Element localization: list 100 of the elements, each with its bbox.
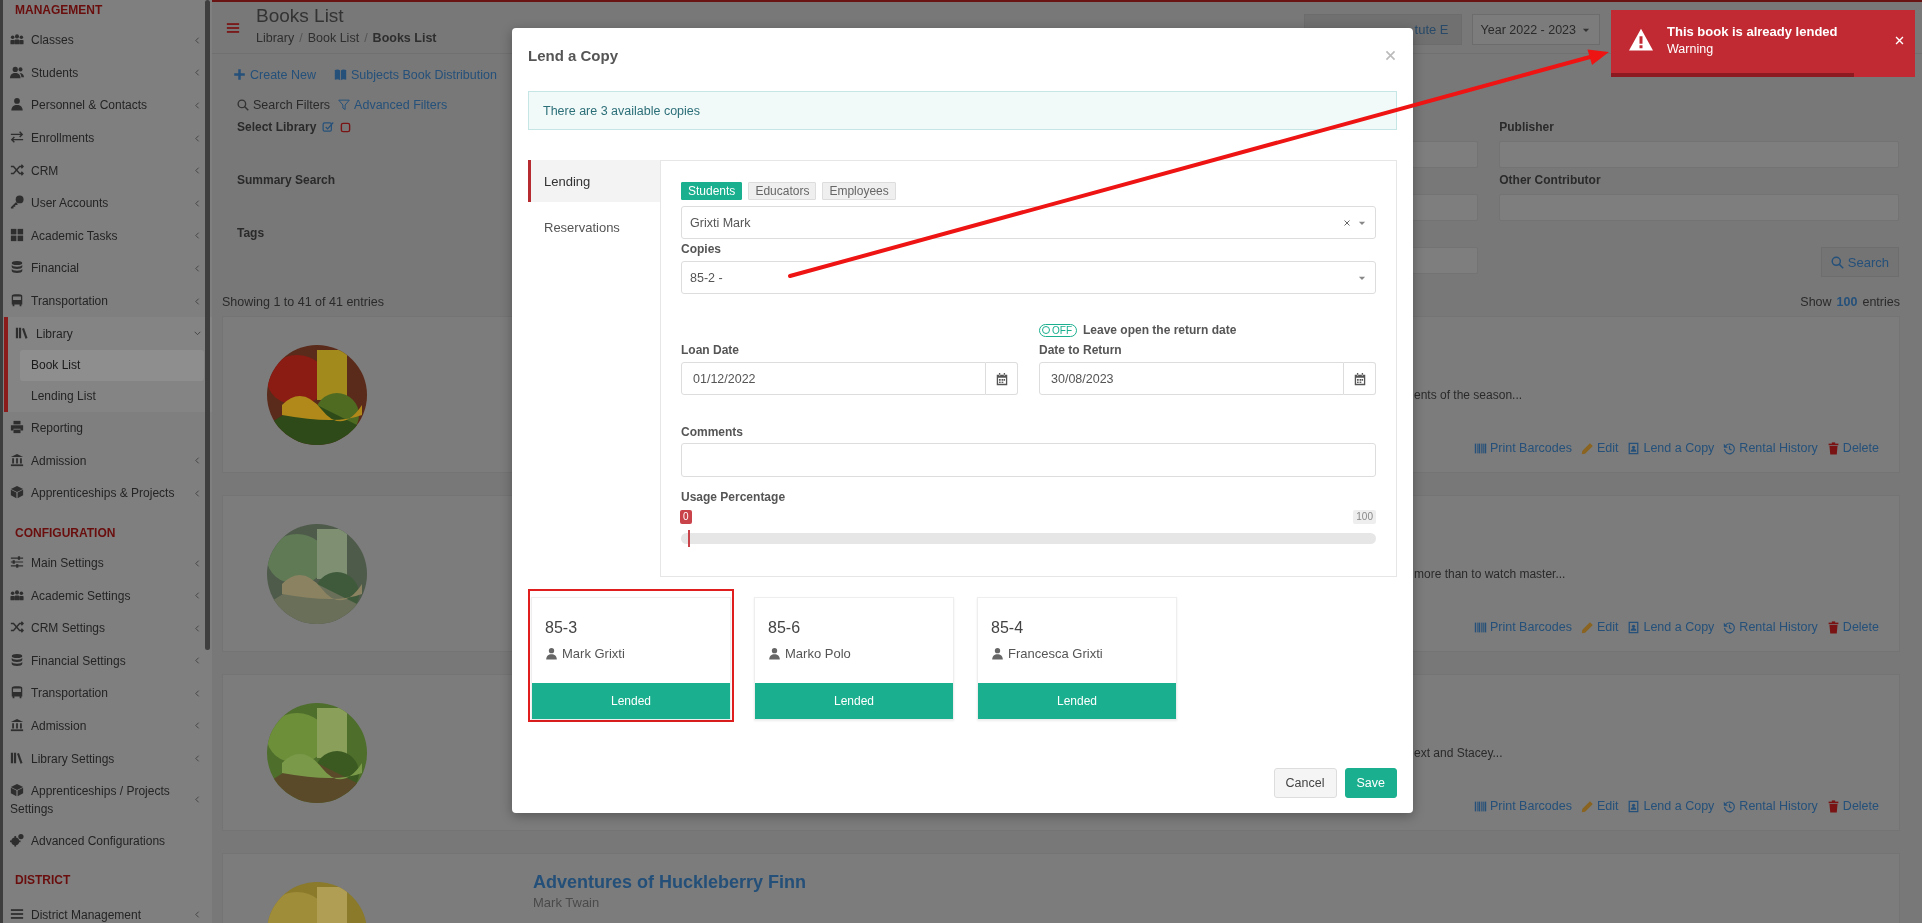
- type-tab[interactable]: Students: [681, 182, 743, 200]
- sidebar-item[interactable]: Library: [8, 317, 204, 350]
- sidebar-item[interactable]: District Management: [3, 898, 204, 923]
- sidebar-item[interactable]: User Accounts: [3, 186, 204, 220]
- copy-card[interactable]: 85-3 Mark Grixti Lended: [531, 597, 731, 720]
- sidebar-item[interactable]: Admission: [3, 709, 204, 743]
- id-card-icon: [1627, 799, 1641, 813]
- action-link[interactable]: Print Barcodes: [1473, 441, 1572, 455]
- action-link[interactable]: Edit: [1580, 799, 1619, 813]
- checkbox-icon[interactable]: [322, 121, 335, 133]
- books-icon: [15, 325, 29, 340]
- select-field[interactable]: 85-2 -: [681, 261, 1376, 294]
- entries-label: entries: [1862, 295, 1900, 309]
- submenu-item[interactable]: Lending List: [20, 380, 204, 412]
- sidebar-item[interactable]: Financial Settings: [3, 644, 204, 678]
- sidebar-item[interactable]: CRM Settings: [3, 611, 204, 645]
- action-link[interactable]: Rental History: [1723, 799, 1818, 813]
- barcode-icon: [1473, 620, 1487, 634]
- grid-icon: [10, 227, 24, 242]
- sidebar-item[interactable]: Academic Tasks: [3, 219, 204, 253]
- calendar-button[interactable]: [1344, 362, 1376, 395]
- date-field[interactable]: 01/12/2022: [681, 362, 986, 395]
- sidebar-item[interactable]: Reporting: [3, 411, 204, 445]
- sidebar-item[interactable]: Classes: [3, 24, 204, 57]
- slider-track[interactable]: [681, 533, 1376, 544]
- clear-icon[interactable]: [1343, 218, 1351, 227]
- action-link[interactable]: Lend a Copy: [1627, 620, 1715, 634]
- action-link[interactable]: Lend a Copy: [1627, 441, 1715, 455]
- field-label: Copies: [681, 241, 722, 257]
- action-link[interactable]: Rental History: [1723, 620, 1818, 634]
- dialog-title: Lend a Copy: [528, 47, 618, 64]
- sidebar-item[interactable]: Main Settings: [3, 546, 204, 580]
- type-tab[interactable]: Employees: [822, 182, 896, 200]
- sidebar-item[interactable]: Enrollments: [3, 121, 204, 155]
- menu-icon[interactable]: [226, 20, 240, 35]
- breadcrumb-separator: /: [364, 31, 368, 45]
- info-alert: There are 3 available copies: [528, 91, 1397, 130]
- menu-icon: [10, 906, 24, 921]
- comments-field[interactable]: [681, 443, 1376, 477]
- barcode-icon: [1473, 799, 1487, 813]
- pencil-icon: [1580, 799, 1594, 813]
- history-icon: [1723, 620, 1737, 634]
- sidebar-item[interactable]: Library Settings: [3, 742, 204, 775]
- sidebar-item[interactable]: Transportation: [3, 284, 204, 318]
- action-link[interactable]: Edit: [1580, 620, 1619, 634]
- action-link[interactable]: Delete: [1826, 620, 1879, 634]
- action-link[interactable]: Print Barcodes: [1473, 799, 1572, 813]
- id-card-icon: [1627, 441, 1641, 455]
- select-field[interactable]: Grixti Mark: [681, 206, 1376, 239]
- sidebar-item[interactable]: CRM: [3, 154, 204, 187]
- field-label: Publisher: [1499, 119, 1554, 135]
- action-link[interactable]: Lend a Copy: [1627, 799, 1715, 813]
- action-link[interactable]: Rental History: [1723, 441, 1818, 455]
- action-link[interactable]: Delete: [1826, 441, 1879, 455]
- user-icon: [991, 647, 1004, 660]
- filter-tab[interactable]: Search Filters: [237, 98, 331, 112]
- sidebar-item[interactable]: Apprenticeships / Projects Settings: [3, 774, 204, 825]
- save-button[interactable]: Save: [1344, 768, 1397, 798]
- year-dropdown[interactable]: Year 2022 - 2023: [1471, 14, 1600, 45]
- slider-max: 100: [1353, 510, 1376, 524]
- sidebar-item[interactable]: Advanced Configurations: [3, 824, 204, 858]
- sidebar-item[interactable]: Transportation: [3, 677, 204, 710]
- toast-title: This book is already lended: [1667, 24, 1838, 39]
- sidebar-item[interactable]: Students: [3, 56, 204, 90]
- side-tab[interactable]: Lending: [528, 160, 660, 202]
- barcode-icon: [1473, 441, 1487, 455]
- book-description: more than to watch master...: [1414, 566, 1566, 583]
- borrower-name: Francesca Grixti: [1008, 646, 1103, 661]
- sidebar-item[interactable]: Academic Settings: [3, 579, 204, 612]
- submenu-item[interactable]: Book List: [20, 349, 204, 381]
- copy-code: 85-6: [767, 618, 801, 638]
- sidebar-item[interactable]: Apprenticeships & Projects: [3, 477, 204, 510]
- user-icon: [10, 97, 24, 112]
- copy-card[interactable]: 85-4 Francesca Grixti Lended: [977, 597, 1177, 720]
- sidebar-item[interactable]: Admission: [3, 444, 204, 478]
- action-link[interactable]: Delete: [1826, 799, 1879, 813]
- sidebar-item[interactable]: Financial: [3, 252, 204, 285]
- plus-icon: [233, 68, 246, 81]
- action-link[interactable]: Print Barcodes: [1473, 620, 1572, 634]
- scrollbar[interactable]: [205, 0, 210, 650]
- breadcrumb-link[interactable]: Book List: [307, 31, 360, 45]
- cancel-button[interactable]: Cancel: [1273, 768, 1337, 798]
- status-label: Lended: [978, 683, 1176, 719]
- side-tab[interactable]: Reservations: [528, 206, 660, 248]
- section-title: MANAGEMENT: [14, 2, 104, 19]
- date-field[interactable]: 30/08/2023: [1039, 362, 1344, 395]
- book-description: ents of the season...: [1414, 387, 1523, 404]
- book-description: ext and Stacey...: [1414, 745, 1503, 762]
- book-title[interactable]: Adventures of Huckleberry Finn: [533, 870, 807, 894]
- square-icon[interactable]: [340, 121, 352, 133]
- action-link[interactable]: Edit: [1580, 441, 1619, 455]
- calendar-button[interactable]: [986, 362, 1018, 395]
- toast-subtitle: Warning: [1667, 42, 1714, 56]
- coins-icon: [10, 652, 24, 667]
- copy-card[interactable]: 85-6 Marko Polo Lended: [754, 597, 954, 720]
- type-tab[interactable]: Educators: [748, 182, 817, 200]
- breadcrumb-link[interactable]: Library: [256, 31, 295, 45]
- warning-icon: [1629, 28, 1653, 52]
- cube-icon: [10, 782, 24, 797]
- sidebar-item[interactable]: Personnel & Contacts: [3, 89, 204, 122]
